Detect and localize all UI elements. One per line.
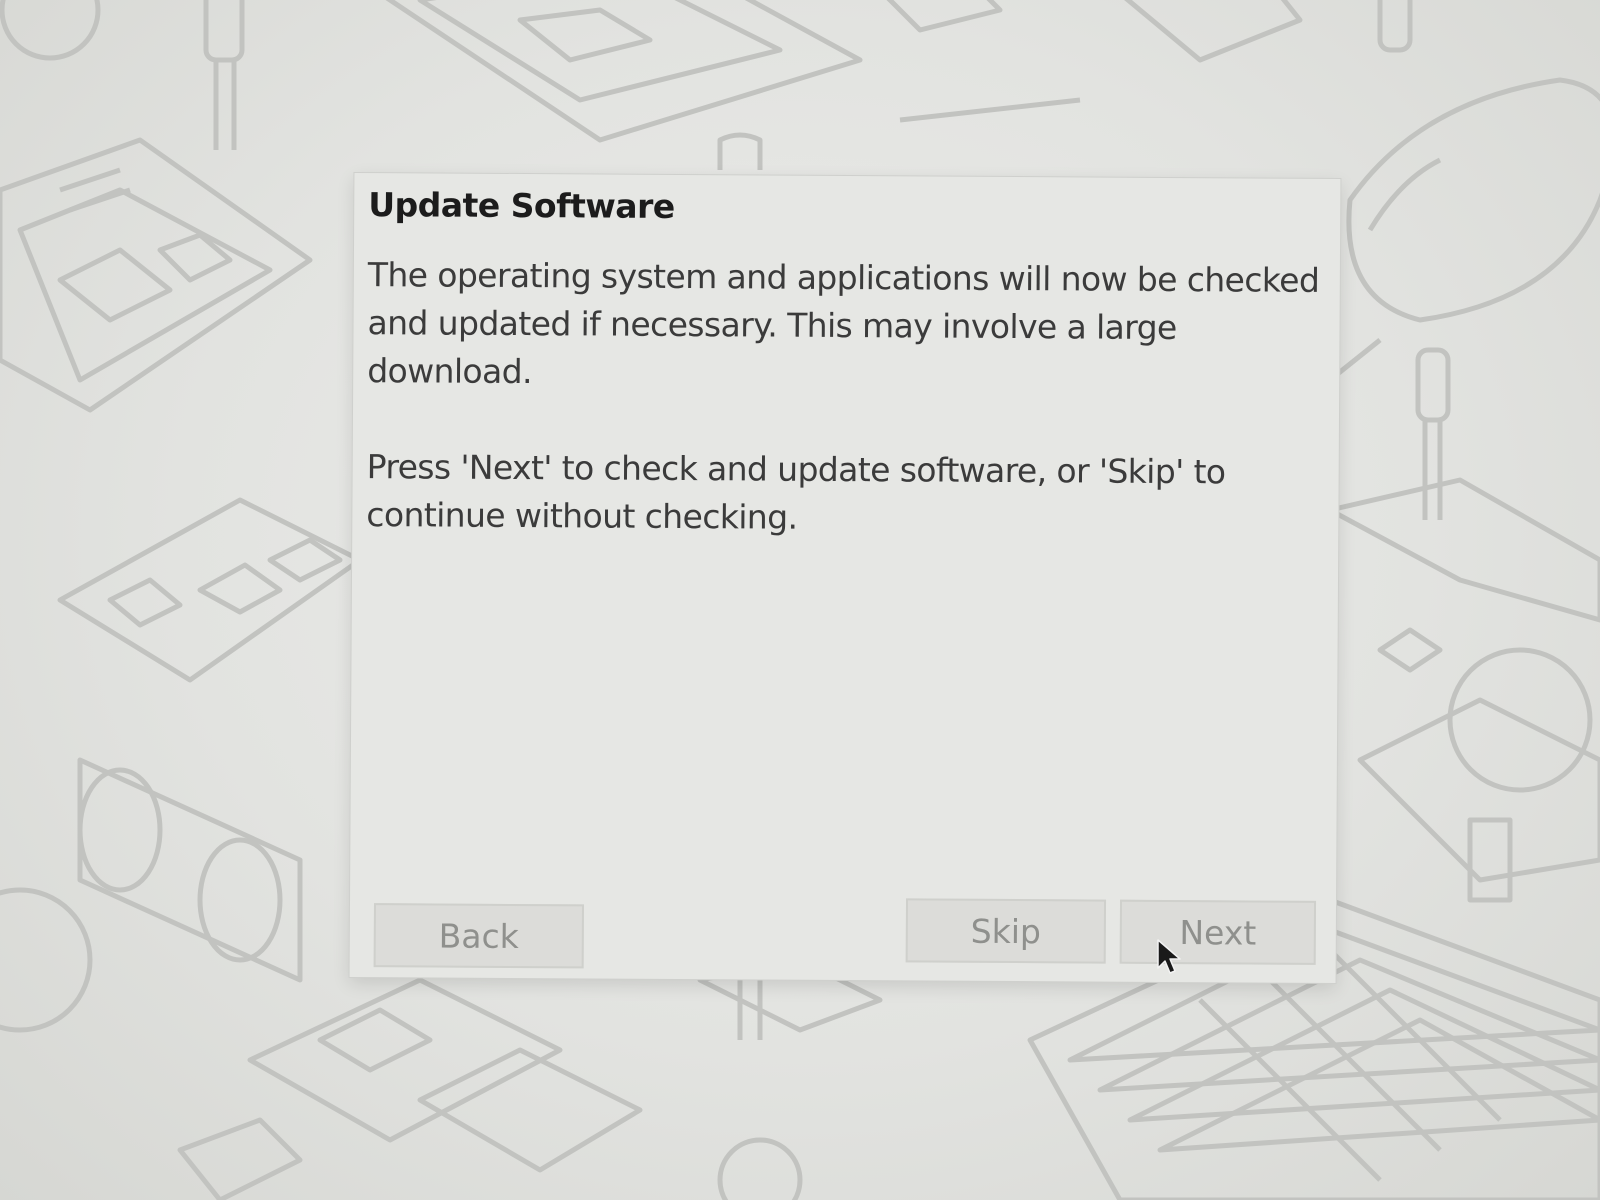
dialog-title: Update Software bbox=[368, 185, 675, 226]
dialog-paragraph-1: The operating system and applications wi… bbox=[367, 255, 1320, 392]
back-button[interactable]: Back bbox=[373, 903, 585, 969]
dialog-message: The operating system and applications wi… bbox=[366, 251, 1328, 593]
arrow-pointer-icon bbox=[1157, 939, 1181, 974]
next-button[interactable]: Next bbox=[1119, 899, 1317, 965]
update-software-dialog: Update Software The operating system and… bbox=[349, 172, 1341, 984]
dialog-paragraph-2: Press 'Next' to check and update softwar… bbox=[366, 447, 1226, 537]
skip-button[interactable]: Skip bbox=[905, 898, 1107, 964]
